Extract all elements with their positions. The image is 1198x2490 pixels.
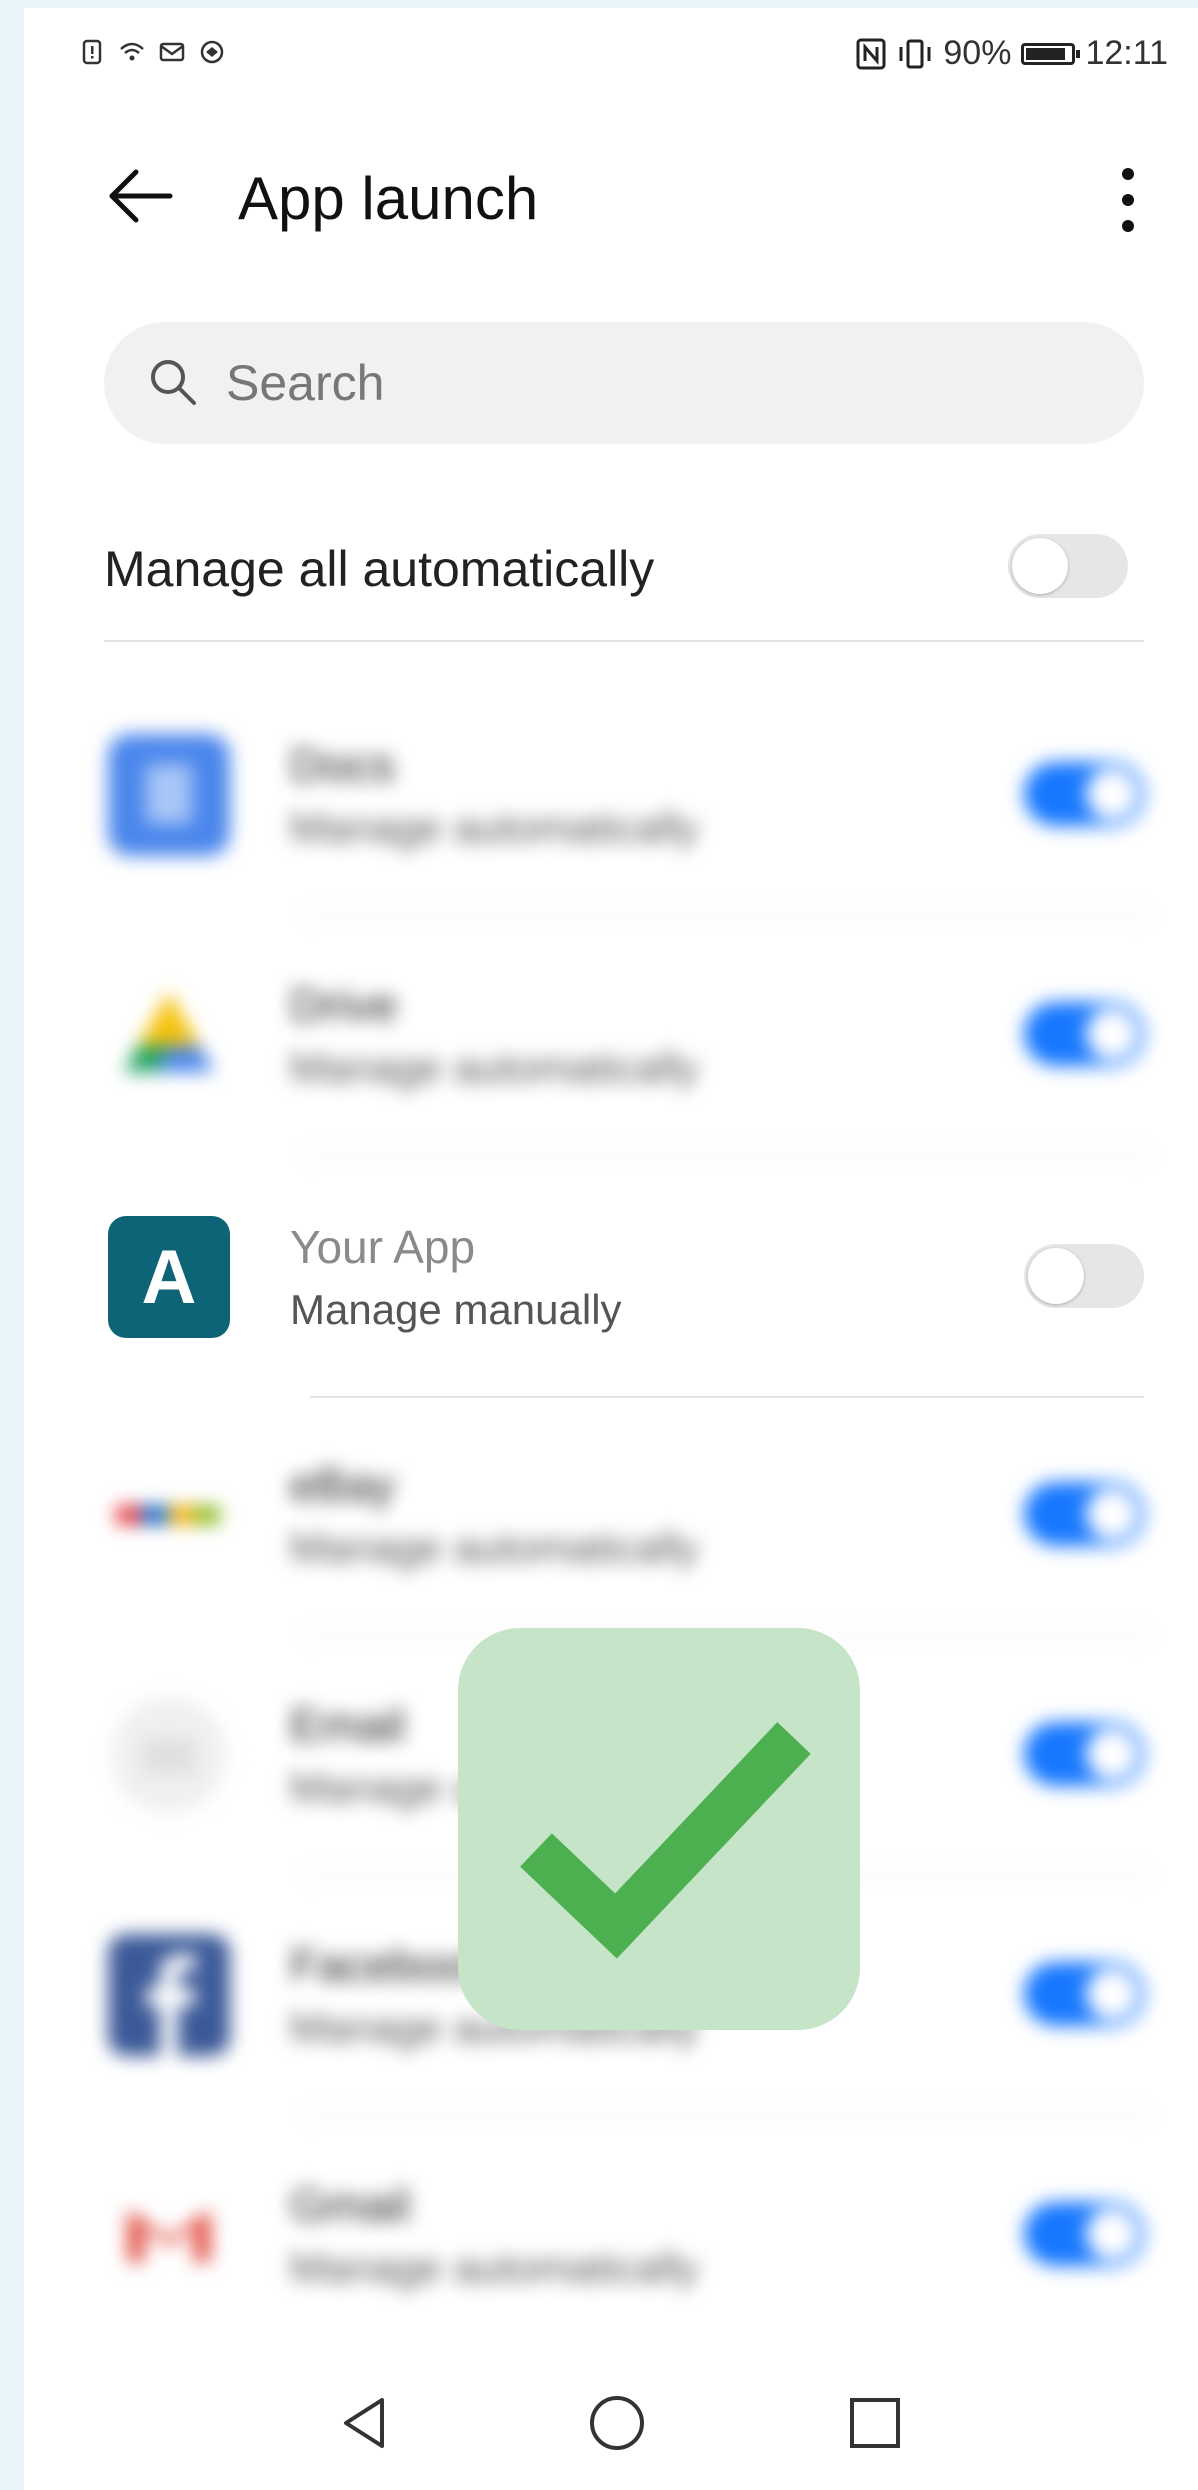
app-subtitle: Manage manually: [290, 1286, 622, 1333]
app-toggle[interactable]: [1024, 1002, 1144, 1066]
phone-screen: 90% 12:11 App launch Search Manage all a…: [24, 8, 1198, 2490]
app-header: App launch: [24, 138, 1198, 258]
vibrate-icon: [899, 39, 931, 68]
mail-icon: [159, 42, 185, 62]
ebay-icon: [116, 1506, 220, 1524]
back-arrow-icon[interactable]: [104, 160, 176, 232]
list-item-drive[interactable]: Drive Manage automatically: [24, 916, 1198, 1154]
vpn-icon: [200, 40, 224, 64]
status-left-icons: [78, 38, 226, 66]
battery-icon: [1021, 42, 1081, 65]
app-toggle[interactable]: [1024, 2202, 1144, 2266]
search-placeholder: Search: [226, 355, 385, 411]
more-options-icon[interactable]: [1098, 160, 1158, 240]
app-name: eBay: [290, 1459, 395, 1511]
status-bar: 90% 12:11: [24, 8, 1198, 104]
toggle-knob: [1086, 1728, 1138, 1780]
manage-all-row: Manage all automatically: [104, 508, 1144, 628]
app-subtitle: Manage automatically: [290, 804, 699, 851]
list-item-ebay[interactable]: eBay Manage automatically: [24, 1396, 1198, 1634]
manage-all-toggle[interactable]: [1008, 534, 1128, 598]
toggle-knob: [1086, 1008, 1138, 1060]
navigation-bar: [24, 2358, 1198, 2488]
divider: [104, 640, 1144, 642]
drive-icon: [124, 992, 214, 1072]
search-input[interactable]: Search: [104, 322, 1144, 444]
toggle-knob: [1086, 2208, 1138, 2260]
app-subtitle: Manage automatically: [290, 2244, 699, 2291]
manage-all-label: Manage all automatically: [104, 541, 655, 597]
gmail-icon: [128, 2210, 210, 2262]
list-item-gmail[interactable]: Gmail Manage automatically: [24, 2116, 1198, 2354]
docs-icon: [108, 734, 230, 856]
battery-percent: 90%: [943, 34, 1012, 72]
success-overlay: [458, 1628, 860, 2030]
toggle-knob: [1086, 768, 1138, 820]
toggle-knob: [1028, 1248, 1084, 1304]
alert-icon: [82, 39, 102, 65]
toggle-knob: [1012, 538, 1068, 594]
page-title: App launch: [238, 165, 539, 232]
recents-square-icon[interactable]: [840, 2388, 910, 2458]
email-icon: [111, 1697, 227, 1813]
app-name: Drive: [290, 979, 398, 1031]
status-right: 90% 12:11: [855, 34, 1168, 73]
status-time: 12:11: [1085, 34, 1168, 72]
back-triangle-icon[interactable]: [330, 2388, 400, 2458]
list-item-your-app[interactable]: A Your App Manage manually: [24, 1158, 1198, 1396]
toggle-knob: [1086, 1968, 1138, 2020]
nfc-icon: [856, 38, 886, 69]
app-toggle[interactable]: [1024, 762, 1144, 826]
app-name: Email: [290, 1699, 406, 1751]
app-toggle[interactable]: [1024, 1962, 1144, 2026]
home-circle-icon[interactable]: [582, 2388, 652, 2458]
search-icon: [151, 360, 196, 405]
app-toggle[interactable]: [1024, 1482, 1144, 1546]
divider: [310, 1154, 1144, 1156]
app-subtitle: Manage automatically: [290, 1524, 699, 1571]
app-name: Docs: [290, 739, 395, 791]
app-toggle[interactable]: [1024, 1244, 1144, 1308]
list-item-docs[interactable]: Docs Manage automatically: [24, 676, 1198, 914]
app-name: Your App: [290, 1221, 476, 1273]
app-subtitle: Manage automatically: [290, 1044, 699, 1091]
your-app-icon: A: [108, 1216, 230, 1338]
app-name: Gmail: [290, 2179, 411, 2231]
app-toggle[interactable]: [1024, 1722, 1144, 1786]
facebook-icon: [108, 1934, 230, 2056]
toggle-knob: [1086, 1488, 1138, 1540]
wifi-icon: [120, 42, 144, 61]
checkmark-icon: [520, 1722, 811, 1959]
